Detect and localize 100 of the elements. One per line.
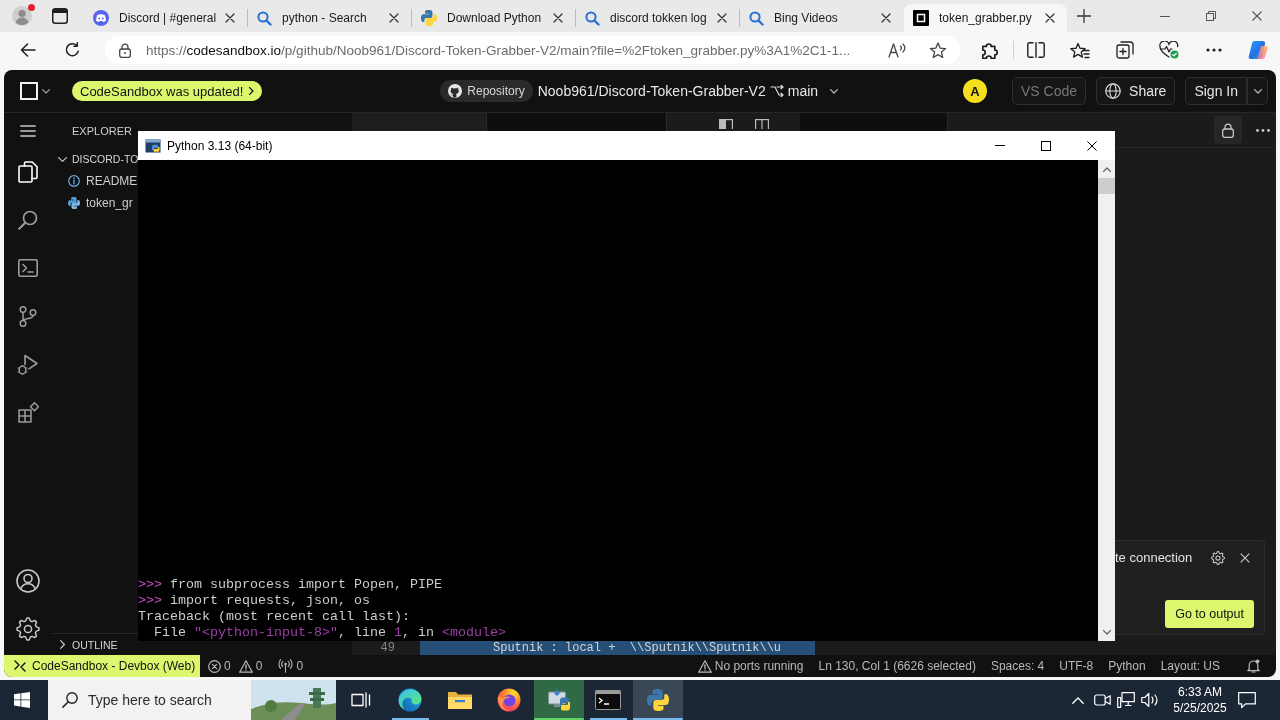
chevron-down-icon[interactable] bbox=[42, 88, 50, 94]
share-button[interactable]: Share bbox=[1096, 77, 1176, 105]
run-debug-icon[interactable] bbox=[17, 353, 39, 375]
file-name[interactable]: token_gr bbox=[86, 196, 133, 210]
info-icon bbox=[68, 175, 80, 187]
layout-icon[interactable] bbox=[755, 119, 769, 129]
browser-tab[interactable]: token_grabber.py bbox=[904, 4, 1067, 32]
extensions-icon[interactable] bbox=[17, 401, 39, 423]
chevron-right-icon[interactable] bbox=[60, 640, 65, 649]
search-icon[interactable] bbox=[18, 210, 38, 230]
read-aloud-icon[interactable] bbox=[888, 42, 907, 58]
close-icon[interactable] bbox=[1087, 140, 1097, 151]
more-icon[interactable] bbox=[1205, 48, 1222, 52]
camera-icon[interactable] bbox=[1093, 693, 1111, 707]
source-control-icon[interactable] bbox=[19, 305, 37, 327]
browser-tab[interactable]: Download Python bbox=[412, 4, 575, 32]
close-icon[interactable] bbox=[881, 13, 891, 23]
chevron-down-icon[interactable] bbox=[830, 88, 839, 94]
close-icon[interactable] bbox=[1252, 11, 1262, 21]
file-name[interactable]: README bbox=[86, 174, 138, 188]
tab-actions-icon[interactable] bbox=[52, 8, 68, 24]
refresh-icon[interactable] bbox=[64, 42, 80, 58]
copilot-icon[interactable] bbox=[1248, 40, 1269, 60]
speaker-icon[interactable] bbox=[1140, 692, 1160, 708]
search-icon bbox=[585, 10, 600, 26]
notification-bell-icon[interactable] bbox=[1247, 659, 1260, 673]
status-count[interactable]: 0 bbox=[296, 659, 304, 673]
search-input[interactable]: Type here to search bbox=[88, 692, 228, 708]
sidebar-title: EXPLORER bbox=[72, 124, 132, 137]
status-item[interactable]: Ln 130, Col 1 (6626 selected) bbox=[818, 659, 976, 673]
sign-in-menu-button[interactable] bbox=[1247, 77, 1268, 105]
windows-logo-icon[interactable] bbox=[14, 692, 30, 708]
update-notice-button[interactable]: CodeSandbox was updated! bbox=[72, 81, 263, 101]
new-tab-icon[interactable] bbox=[1077, 9, 1091, 23]
back-arrow-icon[interactable] bbox=[20, 43, 36, 57]
maximize-icon[interactable] bbox=[1041, 140, 1051, 151]
settings-icon[interactable] bbox=[16, 617, 40, 641]
heartbeat-icon[interactable] bbox=[1159, 41, 1180, 59]
scroll-down-icon[interactable] bbox=[1102, 630, 1111, 635]
close-icon[interactable] bbox=[1045, 13, 1055, 23]
repository-button[interactable]: Repository bbox=[440, 80, 533, 102]
clock-date[interactable]: 5/25/2025 bbox=[1173, 700, 1227, 716]
square-logo-icon[interactable] bbox=[20, 82, 38, 100]
sign-in-button[interactable]: Sign In bbox=[1185, 77, 1247, 105]
collections-icon[interactable] bbox=[1115, 41, 1134, 59]
star-icon[interactable] bbox=[929, 41, 947, 59]
task-view-icon bbox=[350, 692, 371, 708]
status-item[interactable]: Layout: US bbox=[1160, 659, 1220, 673]
settings-icon[interactable] bbox=[1211, 550, 1225, 565]
close-icon[interactable] bbox=[553, 13, 563, 23]
close-icon[interactable] bbox=[389, 13, 399, 23]
profile-avatar-icon[interactable] bbox=[12, 6, 32, 26]
console-line: >>> import requests, json, os bbox=[138, 593, 370, 609]
files-icon[interactable] bbox=[18, 161, 38, 183]
folder-name[interactable]: DISCORD-TO bbox=[72, 153, 139, 165]
browser-tab[interactable]: Bing Videos bbox=[740, 4, 903, 32]
puzzle-icon[interactable] bbox=[981, 41, 1000, 59]
taskbar-button[interactable] bbox=[633, 680, 683, 720]
chevron-up-icon[interactable] bbox=[1072, 696, 1084, 704]
status-item[interactable]: No ports running bbox=[714, 659, 804, 673]
console-line: >>> from subprocess import Popen, PIPE bbox=[138, 577, 442, 593]
status-count[interactable]: 0 bbox=[255, 659, 263, 673]
user-avatar[interactable]: A bbox=[963, 79, 987, 103]
browser-tab[interactable]: Discord | #general bbox=[84, 4, 247, 32]
close-icon[interactable] bbox=[225, 13, 235, 23]
split-editor-icon[interactable] bbox=[719, 119, 733, 129]
status-item[interactable]: UTF-8 bbox=[1059, 659, 1094, 673]
address-field[interactable]: https://codesandbox.io/p/github/Noob961/Discord-Token-Grabber-V2/main?file=%2Ftoken_grabber.py%3A1%2C1-1... bbox=[105, 36, 960, 64]
scroll-thumb[interactable] bbox=[1098, 178, 1115, 194]
folder-icon bbox=[446, 690, 473, 710]
console-line: Traceback (most recent call last): bbox=[138, 609, 410, 625]
split-screen-icon[interactable] bbox=[1026, 42, 1045, 58]
menu-icon[interactable] bbox=[20, 124, 36, 137]
status-item[interactable]: Python bbox=[1108, 659, 1146, 673]
remote-status-button[interactable]: CodeSandbox - Devbox (Web) bbox=[4, 655, 200, 677]
chevron-down-icon[interactable] bbox=[58, 156, 67, 162]
status-item[interactable]: Spaces: 4 bbox=[990, 659, 1045, 673]
go-to-output-button[interactable]: Go to output bbox=[1165, 600, 1254, 628]
notification-dot-icon bbox=[28, 4, 35, 11]
status-count[interactable]: 0 bbox=[224, 659, 231, 673]
terminal-icon[interactable] bbox=[18, 259, 38, 277]
favorites-icon[interactable] bbox=[1070, 41, 1091, 59]
close-icon[interactable] bbox=[717, 13, 727, 23]
clock-time[interactable]: 6:33 AM bbox=[1178, 684, 1222, 700]
network-icon[interactable] bbox=[1117, 692, 1135, 708]
restore-icon[interactable] bbox=[1206, 11, 1216, 21]
lock-button[interactable] bbox=[1214, 116, 1242, 144]
line-number: 49 bbox=[379, 641, 395, 655]
search-box[interactable]: Type here to search bbox=[48, 680, 336, 720]
minimize-icon[interactable] bbox=[1160, 15, 1170, 17]
section-title[interactable]: OUTLINE bbox=[72, 638, 118, 651]
scroll-up-icon[interactable] bbox=[1102, 167, 1111, 172]
browser-tab[interactable]: discord tokken log bbox=[576, 4, 739, 32]
browser-tab[interactable]: python - Search bbox=[248, 4, 411, 32]
lock-icon[interactable] bbox=[119, 42, 131, 58]
notifications-icon[interactable] bbox=[1238, 691, 1256, 709]
account-icon[interactable] bbox=[16, 569, 40, 593]
branch-name: main bbox=[787, 83, 819, 99]
python-logo-icon bbox=[421, 10, 437, 26]
more-icon[interactable] bbox=[1256, 128, 1270, 132]
